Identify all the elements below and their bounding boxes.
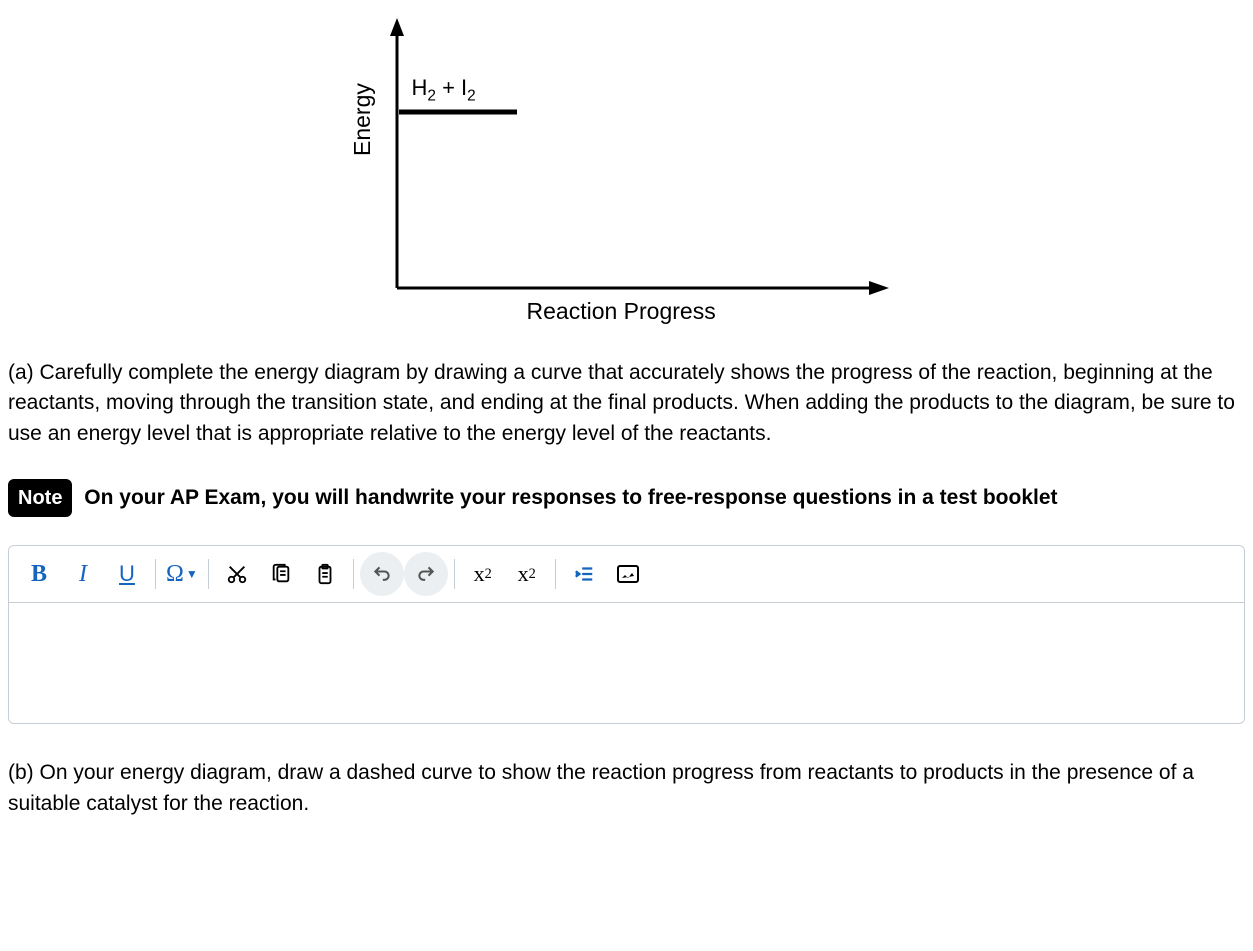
editor-toolbar: B I U Ω ▼ x2 x2 [9,546,1244,603]
energy-diagram-container: Energy Reaction Progress H2 + I2 [8,8,1245,328]
paste-button[interactable] [303,552,347,596]
reactants-label: H2 + I2 [412,75,476,105]
clipboard-icon [314,563,336,585]
note-text: On your AP Exam, you will handwrite your… [84,486,1057,509]
underline-button[interactable]: U [105,552,149,596]
copy-icon [270,563,292,585]
separator [353,559,354,589]
special-char-button[interactable]: Ω ▼ [162,561,202,588]
rich-text-editor: B I U Ω ▼ x2 x2 [8,545,1245,724]
question-a-text: (a) Carefully complete the energy diagra… [8,358,1245,449]
diagram-svg [357,8,897,328]
note-row: Note On your AP Exam, you will handwrite… [8,479,1245,517]
separator [555,559,556,589]
y-axis-label: Energy [349,83,376,156]
indent-icon [573,563,595,585]
separator [454,559,455,589]
chevron-down-icon: ▼ [186,567,198,581]
note-badge: Note [8,479,72,517]
subscript-button[interactable]: x2 [505,552,549,596]
undo-button[interactable] [360,552,404,596]
italic-button[interactable]: I [61,552,105,596]
copy-button[interactable] [259,552,303,596]
energy-diagram: Energy Reaction Progress H2 + I2 [357,8,897,328]
cut-button[interactable] [215,552,259,596]
superscript-button[interactable]: x2 [461,552,505,596]
separator [155,559,156,589]
indent-button[interactable] [562,552,606,596]
scissors-icon [226,563,248,585]
redo-button[interactable] [404,552,448,596]
x-axis-label: Reaction Progress [527,298,716,325]
editor-textarea[interactable] [9,603,1244,723]
separator [208,559,209,589]
question-b-text: (b) On your energy diagram, draw a dashe… [8,758,1245,819]
bold-button[interactable]: B [17,552,61,596]
image-icon [616,564,640,584]
undo-icon [372,564,392,584]
redo-icon [416,564,436,584]
image-button[interactable] [606,552,650,596]
